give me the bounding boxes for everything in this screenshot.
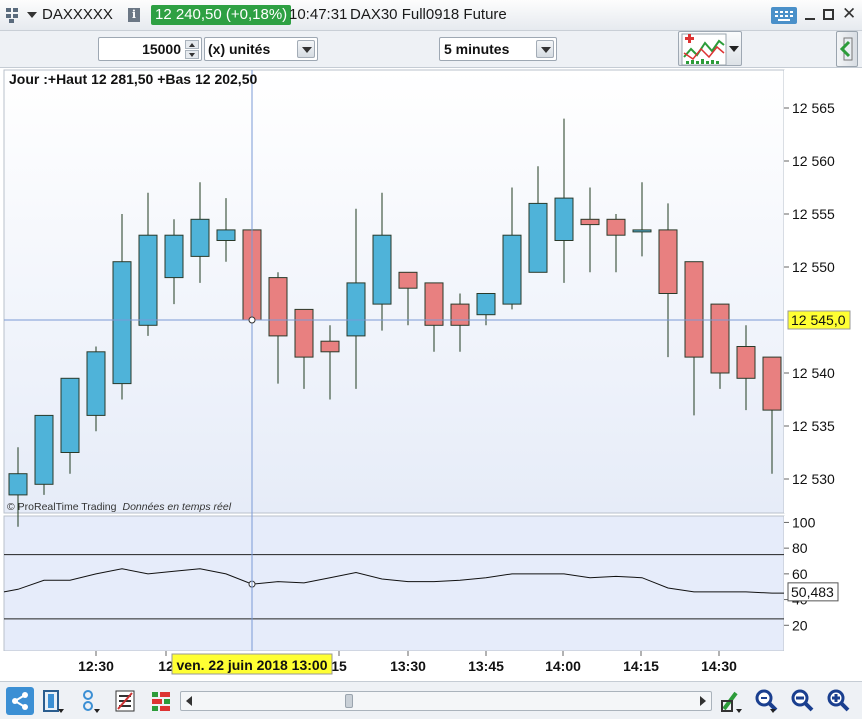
quantity-stepper[interactable]: 15000 — [98, 37, 202, 61]
window-layout-icon[interactable] — [40, 687, 68, 715]
symbol-name[interactable]: DAXXXXX — [42, 6, 113, 23]
candle-body[interactable] — [736, 346, 756, 379]
candle-body[interactable] — [580, 218, 600, 226]
chart-list-icon[interactable] — [112, 687, 140, 715]
price-chart[interactable]: 12 565 12 560 12 555 12 550 12 540 12 535 12 5… — [0, 68, 862, 681]
zoom-in-icon[interactable] — [824, 687, 852, 715]
chevron-down-icon[interactable] — [536, 40, 554, 58]
indicator-tick-label: 60 — [792, 566, 808, 582]
symbol-dropdown-icon[interactable] — [27, 12, 37, 18]
chevron-down-icon[interactable] — [297, 40, 315, 58]
candle-body[interactable] — [216, 229, 236, 241]
price-tick-label: 12 560 — [792, 153, 835, 169]
candle-body[interactable] — [138, 234, 158, 326]
candle-body[interactable] — [190, 218, 210, 257]
keyboard-icon[interactable] — [771, 7, 797, 24]
price-tick-label: 12 540 — [792, 365, 835, 381]
candle-body[interactable] — [34, 414, 54, 485]
time-tick-label: 14:15 — [623, 658, 659, 674]
time-tick-label: 13:45 — [468, 658, 504, 674]
quantity-value[interactable]: 15000 — [142, 41, 181, 57]
candle-body[interactable] — [658, 229, 678, 294]
scroll-right-icon[interactable] — [700, 696, 706, 706]
quantity-up-icon[interactable] — [185, 40, 199, 49]
instrument-name: DAX30 Full0918 Future — [350, 6, 507, 23]
candle-body[interactable] — [528, 202, 548, 273]
candle-body[interactable] — [450, 303, 470, 326]
quantity-down-icon[interactable] — [185, 50, 199, 59]
chevron-down-icon[interactable] — [729, 46, 739, 52]
color-bars-icon[interactable] — [148, 687, 176, 715]
unit-select[interactable]: (x) unités — [204, 37, 318, 61]
time-tick-label: 14:00 — [545, 658, 581, 674]
zoom-auto-icon[interactable] — [752, 687, 780, 715]
candle-body[interactable] — [320, 340, 340, 353]
indicator-chart-icon — [681, 33, 727, 66]
candle-body[interactable] — [112, 261, 132, 385]
candle-body[interactable] — [268, 277, 288, 337]
scroll-left-icon[interactable] — [186, 696, 192, 706]
time-tick-label: 12:30 — [78, 658, 114, 674]
indicator-value-label: 50,483 — [791, 584, 834, 600]
price-tick-label: 12 550 — [792, 259, 835, 275]
candle-body[interactable] — [372, 234, 392, 305]
zoom-out-icon[interactable] — [788, 687, 816, 715]
time-tick-label: 14:30 — [701, 658, 737, 674]
indicator-panel[interactable] — [3, 515, 785, 652]
price-tick-label: 12 530 — [792, 471, 835, 487]
add-indicator-button[interactable] — [678, 31, 742, 66]
indicator-tick-label: 20 — [792, 617, 808, 633]
candle-body[interactable] — [476, 293, 496, 316]
candle-body[interactable] — [554, 197, 574, 242]
chart-toolbar: 15000 (x) unités 5 minutes — [0, 31, 862, 68]
minimize-icon[interactable] — [805, 18, 815, 20]
candle-body[interactable] — [502, 234, 522, 305]
candle-body[interactable] — [60, 377, 80, 453]
candle-body[interactable] — [424, 282, 444, 326]
price-axis[interactable] — [784, 70, 862, 513]
drawing-tools-icon[interactable] — [718, 687, 746, 715]
candle-body[interactable] — [710, 303, 730, 374]
candle-body[interactable] — [398, 271, 418, 289]
clock-time: 10:47:31 — [289, 6, 348, 23]
panel-arrow-icon — [839, 37, 853, 61]
info-icon[interactable]: i — [128, 8, 140, 22]
current-price-label: 12 545,0 — [791, 312, 846, 328]
close-icon[interactable]: ✕ — [842, 4, 856, 24]
unit-select-value: (x) unités — [208, 41, 271, 57]
candle-body[interactable] — [8, 473, 28, 496]
side-panel-toggle-button[interactable] — [836, 31, 858, 67]
indicator-tick-label: 100 — [792, 514, 816, 530]
title-bar: DAXXXXX i 12 240,50 (+0,18%) 10:47:31 DA… — [0, 0, 862, 31]
share-icon[interactable] — [6, 687, 34, 715]
price-badge: 12 240,50 (+0,18%) — [151, 5, 292, 25]
candle-body[interactable] — [606, 218, 626, 236]
candle-body[interactable] — [632, 229, 652, 233]
indicator-link-icon[interactable] — [76, 687, 104, 715]
price-tick-label: 12 535 — [792, 418, 835, 434]
chart-info-line: Jour :+Haut 12 281,50 +Bas 12 202,50 — [9, 71, 257, 87]
maximize-icon[interactable] — [823, 9, 834, 20]
indicator-tick-label: 80 — [792, 540, 808, 556]
candle-body[interactable] — [294, 308, 314, 358]
candle-body[interactable] — [86, 351, 106, 416]
time-tick-label: 15 — [331, 658, 347, 674]
candle-body[interactable] — [684, 261, 704, 358]
price-tick-label: 12 565 — [792, 100, 835, 116]
scroll-thumb[interactable] — [345, 694, 353, 708]
crosshair-point — [248, 316, 256, 324]
timeframe-select-value: 5 minutes — [444, 41, 510, 57]
time-tick-label: 13:30 — [390, 658, 426, 674]
timeframe-select[interactable]: 5 minutes — [439, 37, 557, 61]
app-menu-icon[interactable] — [6, 7, 20, 23]
candle-body[interactable] — [346, 282, 366, 337]
horizontal-scrollbar[interactable] — [180, 691, 712, 711]
price-tick-label: 12 555 — [792, 206, 835, 222]
crosshair-date-label: ven. 22 juin 2018 13:00 — [177, 657, 328, 673]
candle-body[interactable] — [164, 234, 184, 279]
candle-body[interactable] — [762, 356, 782, 411]
bottom-toolbar — [0, 681, 862, 719]
